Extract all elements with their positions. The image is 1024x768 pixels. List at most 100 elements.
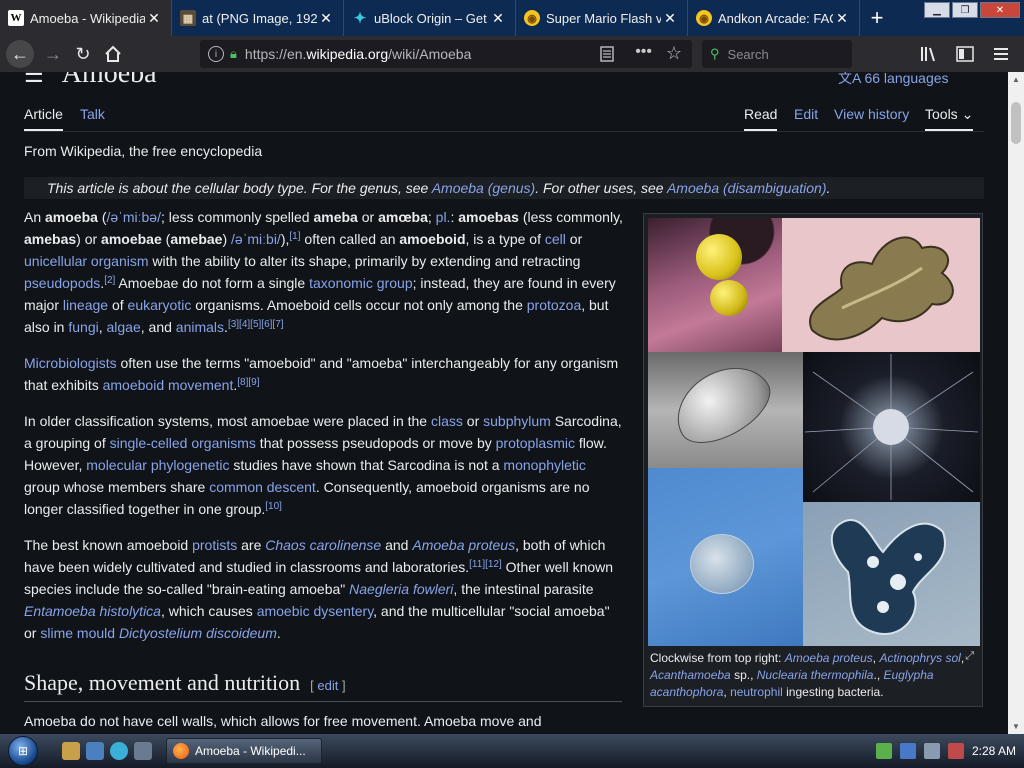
link-fungi[interactable]: fungi <box>68 319 98 335</box>
citation[interactable]: [8][9] <box>237 377 259 388</box>
link-amoeba-proteus[interactable]: Amoeba proteus <box>412 537 515 553</box>
link-chaos-carolinense[interactable]: Chaos carolinense <box>265 537 381 553</box>
citation[interactable]: [3][4][5][6][7] <box>228 319 284 330</box>
link-amoebic-dysentery[interactable]: amoebic dysentery <box>257 603 373 619</box>
link-amoeba-proteus-caption[interactable]: Amoeba proteus <box>785 651 873 665</box>
show-desktop-icon[interactable] <box>86 742 104 760</box>
start-button[interactable]: ⊞ <box>0 734 46 768</box>
browser-tab-amoeba[interactable]: W Amoeba - Wikipedia ✕ <box>0 0 172 36</box>
library-button[interactable] <box>914 39 944 69</box>
tab-article[interactable]: Article <box>24 106 63 131</box>
link-animals[interactable]: animals <box>176 319 224 335</box>
clock[interactable]: 2:28 AM <box>972 744 1016 758</box>
link-microbiologists[interactable]: Microbiologists <box>24 355 117 371</box>
link-slime-mould[interactable]: slime mould <box>40 625 115 641</box>
section-edit-link[interactable]: edit <box>317 678 338 693</box>
close-tab-icon[interactable]: ✕ <box>317 10 335 27</box>
scrollbar-thumb[interactable] <box>1011 102 1021 144</box>
link-naegleria-fowleri[interactable]: Naegleria fowleri <box>349 581 453 597</box>
citation[interactable]: [1] <box>289 231 300 242</box>
browser-tab-super-mario[interactable]: ◉ Super Mario Flash v 3 ✕ <box>516 0 688 36</box>
search-box[interactable]: ⚲ Search <box>702 40 852 68</box>
citation[interactable]: [10] <box>265 501 282 512</box>
link-cell[interactable]: cell <box>545 231 566 247</box>
tab-edit[interactable]: Edit <box>794 106 818 122</box>
address-bar[interactable]: i 🔒︎ https://en.wikipedia.org/wiki/Amoeb… <box>200 40 692 68</box>
link-class[interactable]: class <box>431 413 463 429</box>
bookmark-star-icon[interactable]: ☆ <box>666 43 682 64</box>
maximize-button[interactable]: ❐ <box>952 2 978 18</box>
taskbar-firefox-window[interactable]: Amoeba - Wikipedi... <box>166 738 322 764</box>
volume-muted-icon[interactable] <box>947 743 964 759</box>
page-actions-icon[interactable]: ••• <box>635 43 652 61</box>
browser-tab-andkon[interactable]: ◉ Andkon Arcade: FAQ ✕ <box>688 0 860 36</box>
tab-view-history[interactable]: View history <box>834 106 909 122</box>
link-amoeba-disambiguation[interactable]: Amoeba (disambiguation) <box>667 180 827 196</box>
forward-button[interactable]: → <box>38 39 68 69</box>
network-icon[interactable] <box>875 743 892 759</box>
link-monophyletic[interactable]: monophyletic <box>503 457 586 473</box>
browser-tab-ublock[interactable]: ✦ uBlock Origin – Get t ✕ <box>344 0 516 36</box>
link-algae[interactable]: algae <box>107 319 141 335</box>
link-nuclearia-thermophila[interactable]: Nuclearia thermophila <box>757 668 874 682</box>
tab-talk[interactable]: Talk <box>80 106 105 122</box>
page-scrollbar[interactable]: ▲ ▼ <box>1008 72 1024 734</box>
link-pseudopods[interactable]: pseudopods <box>24 275 100 291</box>
close-window-button[interactable]: ✕ <box>980 2 1020 18</box>
sidebar-button[interactable] <box>950 39 980 69</box>
close-tab-icon[interactable]: ✕ <box>145 10 163 27</box>
link-protozoa[interactable]: protozoa <box>527 297 581 313</box>
link-entamoeba-histolytica[interactable]: Entamoeba histolytica <box>24 603 161 619</box>
enlarge-icon[interactable]: ⤢ <box>965 650 974 663</box>
link-single-celled-organisms[interactable]: single-celled organisms <box>110 435 256 451</box>
reader-view-icon[interactable] <box>600 46 614 65</box>
chevron-down-icon: ⌄ <box>961 106 974 122</box>
info-icon[interactable]: i <box>208 46 224 62</box>
link-taxonomic-group[interactable]: taxonomic group <box>309 275 413 291</box>
explorer-icon[interactable] <box>62 742 80 760</box>
home-button[interactable] <box>98 39 128 69</box>
link-actinophrys-sol[interactable]: Actinophrys sol <box>879 651 960 665</box>
close-tab-icon[interactable]: ✕ <box>833 10 851 27</box>
link-unicellular-organism[interactable]: unicellular organism <box>24 253 149 269</box>
pronunciation-link[interactable]: /əˈmiːbə/ <box>107 209 161 225</box>
link-molecular-phylogenetic[interactable]: molecular phylogenetic <box>86 457 229 473</box>
link-amoeboid-movement[interactable]: amoeboid movement <box>103 377 234 393</box>
tools-menu[interactable]: Tools ⌄ <box>925 106 974 131</box>
euglypha-image <box>648 352 803 468</box>
link-acanthamoeba[interactable]: Acanthamoeba <box>650 668 731 682</box>
toc-icon[interactable]: ☰ <box>24 72 44 87</box>
tray-app-icon[interactable] <box>899 743 916 759</box>
link-lineage[interactable]: lineage <box>63 297 108 313</box>
internet-icon[interactable] <box>110 742 128 760</box>
pronunciation-link[interactable]: /əˈmiːbi/ <box>231 231 281 247</box>
lock-icon[interactable]: 🔒︎ <box>230 46 237 62</box>
language-selector[interactable]: 文A 66 languages <box>838 72 949 88</box>
plural-link[interactable]: pl. <box>436 209 451 225</box>
citation[interactable]: [2] <box>104 275 115 286</box>
link-protoplasmic[interactable]: protoplasmic <box>496 435 575 451</box>
close-tab-icon[interactable]: ✕ <box>489 10 507 27</box>
link-neutrophil[interactable]: neutrophil <box>730 685 783 699</box>
browser-tab-png-image[interactable]: ▦ at (PNG Image, 1920 ✕ <box>172 0 344 36</box>
back-button[interactable]: ← <box>6 40 34 68</box>
amoeba-collage-image[interactable] <box>648 218 980 646</box>
link-common-descent[interactable]: common descent <box>209 479 316 495</box>
reload-button[interactable]: ↻ <box>68 39 98 69</box>
scroll-down-icon[interactable]: ▼ <box>1012 722 1020 731</box>
link-protists[interactable]: protists <box>192 537 237 553</box>
link-eukaryotic[interactable]: eukaryotic <box>128 297 192 313</box>
display-icon[interactable] <box>923 743 940 759</box>
tab-read[interactable]: Read <box>744 106 778 131</box>
link-amoeba-genus[interactable]: Amoeba (genus) <box>432 180 536 196</box>
minimize-button[interactable]: ▁ <box>924 2 950 18</box>
close-tab-icon[interactable]: ✕ <box>661 10 679 27</box>
switch-windows-icon[interactable] <box>134 742 152 760</box>
link-subphylum[interactable]: subphylum <box>483 413 551 429</box>
citation[interactable]: [11][12] <box>469 559 502 570</box>
scroll-up-icon[interactable]: ▲ <box>1012 75 1020 84</box>
search-input[interactable]: Search <box>728 47 769 62</box>
new-tab-button[interactable]: + <box>860 0 894 36</box>
link-dictyostelium[interactable]: Dictyostelium discoideum <box>119 625 277 641</box>
menu-button[interactable] <box>986 39 1016 69</box>
